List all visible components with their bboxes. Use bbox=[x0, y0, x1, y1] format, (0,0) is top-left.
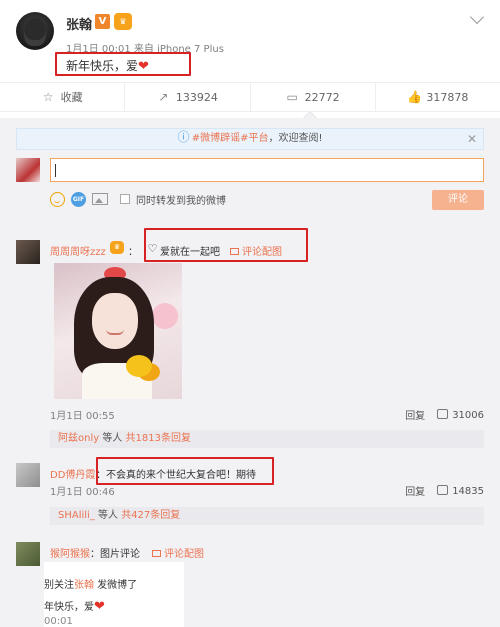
composer-tools: GIF 同时转发到我的微博 bbox=[50, 190, 226, 208]
comment-photo[interactable] bbox=[54, 263, 182, 399]
sub-reply-summary[interactable]: SHAlili_ 等人 共427条回复 bbox=[50, 507, 484, 525]
commenter-name[interactable]: DD傅丹霞 bbox=[50, 466, 95, 481]
repost-count: 133924 bbox=[175, 90, 218, 104]
like-button[interactable]: 👍 317878 bbox=[376, 83, 500, 111]
embedded-screenshot-image[interactable]: 别关注张翰 发微博了 年快乐，爱❤ 00:01 bbox=[44, 562, 184, 627]
repost-checkbox[interactable] bbox=[120, 194, 130, 204]
comment-like-count: 14835 bbox=[452, 485, 484, 497]
reply-button[interactable]: 回复 bbox=[405, 407, 425, 422]
member-badge-icon: ♛ bbox=[110, 241, 124, 254]
sub-reply-count[interactable]: 共1813条回复 bbox=[126, 433, 191, 444]
submit-comment-button[interactable]: 评论 bbox=[432, 190, 484, 210]
crown-badge-icon: ♛ bbox=[114, 13, 132, 30]
comment-ops: 回复 14835 bbox=[405, 483, 484, 498]
current-user-avatar bbox=[16, 158, 40, 182]
comment-colon: ： bbox=[128, 247, 138, 258]
comment-like-button[interactable]: 31006 bbox=[437, 408, 484, 421]
author-name[interactable]: 张翰 bbox=[66, 14, 92, 33]
star-icon: ☆ bbox=[42, 89, 54, 104]
action-bar: ☆ 收藏 ↗ 133924 ▭ 22772 👍 317878 bbox=[0, 82, 500, 112]
screenshot-line-1: 别关注张翰 发微博了 bbox=[44, 576, 137, 591]
red-heart-icon: ❤ bbox=[94, 599, 105, 614]
thumbs-up-icon bbox=[437, 484, 449, 495]
screenshot-line-2: 年快乐，爱❤ bbox=[44, 598, 105, 614]
thumbs-up-icon: 👍 bbox=[407, 89, 423, 104]
comment-input[interactable] bbox=[50, 158, 484, 182]
more-options-chevron-icon[interactable] bbox=[469, 9, 485, 25]
commenter-avatar[interactable] bbox=[16, 463, 40, 487]
favorite-label: 收藏 bbox=[60, 91, 83, 104]
comment-like-button[interactable]: 14835 bbox=[437, 484, 484, 497]
screenshot-line-1-suffix: 发微博了 bbox=[94, 580, 138, 591]
close-icon[interactable]: ✕ bbox=[467, 129, 477, 149]
repost-button[interactable]: ↗ 133924 bbox=[125, 83, 251, 111]
sub-reply-mid: 等人 bbox=[99, 433, 126, 444]
post-header: 张翰 V ♛ 1月1日 00:01 来自 iPhone 7 Plus 新年快乐，… bbox=[0, 0, 500, 80]
like-count: 317878 bbox=[426, 90, 469, 104]
comment-ops: 回复 31006 bbox=[405, 407, 484, 422]
comment-like-count: 31006 bbox=[452, 409, 484, 421]
info-icon: ⓘ bbox=[177, 130, 190, 144]
comment-text: ：图片评论 bbox=[90, 549, 140, 560]
highlight-box-comment-1 bbox=[144, 228, 308, 262]
commenter-avatar[interactable] bbox=[16, 240, 40, 264]
comment-area: ⓘ #微博辟谣#平台，欢迎查阅! ✕ GIF 同时转发到我的微博 评论 周周周呀… bbox=[0, 118, 500, 627]
reply-button[interactable]: 回复 bbox=[405, 483, 425, 498]
screenshot-line-2-text: 年快乐，爱 bbox=[44, 602, 94, 613]
commenter-avatar[interactable] bbox=[16, 542, 40, 566]
sub-reply-count[interactable]: 共427条回复 bbox=[121, 510, 180, 521]
repost-checkbox-label: 同时转发到我的微博 bbox=[136, 195, 226, 207]
repost-icon: ↗ bbox=[158, 89, 169, 104]
notice-hashtag-link[interactable]: #微博辟谣#平台 bbox=[192, 133, 269, 144]
comment-time: 1月1日 00:46 bbox=[50, 487, 115, 498]
gif-icon[interactable]: GIF bbox=[71, 191, 86, 207]
notice-suffix: ，欢迎查阅! bbox=[268, 133, 323, 144]
verified-badge-icon: V bbox=[95, 14, 110, 29]
screenshot-line-1-name: 张翰 bbox=[74, 580, 94, 591]
highlight-box-comment-2 bbox=[96, 457, 274, 485]
commenter-name[interactable]: 周周周呀zzz bbox=[50, 243, 106, 258]
image-icon[interactable] bbox=[92, 193, 108, 205]
comment-icon: ▭ bbox=[286, 89, 298, 104]
sub-reply-user[interactable]: SHAlili_ bbox=[58, 510, 95, 521]
favorite-button[interactable]: ☆ 收藏 bbox=[0, 83, 126, 111]
comment-image-link[interactable]: 评论配图 bbox=[152, 545, 204, 560]
highlight-box-post bbox=[55, 52, 191, 76]
screenshot-line-1-prefix: 别关注 bbox=[44, 580, 74, 591]
comment-button[interactable]: ▭ 22772 bbox=[251, 83, 376, 111]
comment-count: 22772 bbox=[304, 90, 340, 104]
commenter-name[interactable]: 猴阿猴猴 bbox=[50, 545, 90, 560]
sub-reply-summary[interactable]: 阿兹only 等人 共1813条回复 bbox=[50, 430, 484, 448]
author-avatar[interactable] bbox=[16, 12, 54, 50]
rumor-notice-banner: ⓘ #微博辟谣#平台，欢迎查阅! ✕ bbox=[16, 128, 484, 150]
sub-reply-user[interactable]: 阿兹only bbox=[58, 433, 99, 444]
emoji-icon[interactable] bbox=[50, 191, 65, 207]
sub-reply-mid: 等人 bbox=[94, 510, 122, 521]
picture-icon bbox=[152, 550, 161, 557]
screenshot-line-3: 00:01 bbox=[44, 616, 73, 627]
thumbs-up-icon bbox=[437, 408, 449, 419]
comment-time: 1月1日 00:55 bbox=[50, 411, 115, 422]
comment-image-link-label: 评论配图 bbox=[164, 549, 204, 560]
